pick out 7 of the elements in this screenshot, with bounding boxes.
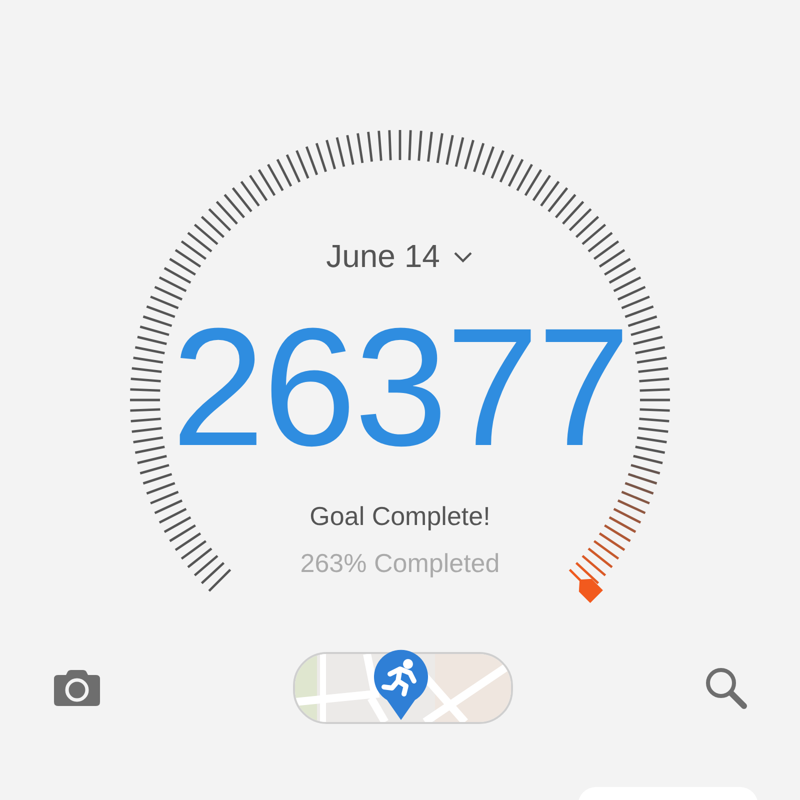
date-picker[interactable]: June 14	[326, 238, 474, 275]
search-icon[interactable]	[704, 666, 748, 710]
completion-text: 263% Completed	[300, 548, 500, 579]
step-count: 26377	[171, 303, 629, 471]
goal-status: Goal Complete!	[310, 501, 490, 532]
caret-icon	[452, 250, 474, 264]
camera-icon[interactable]	[53, 669, 101, 707]
